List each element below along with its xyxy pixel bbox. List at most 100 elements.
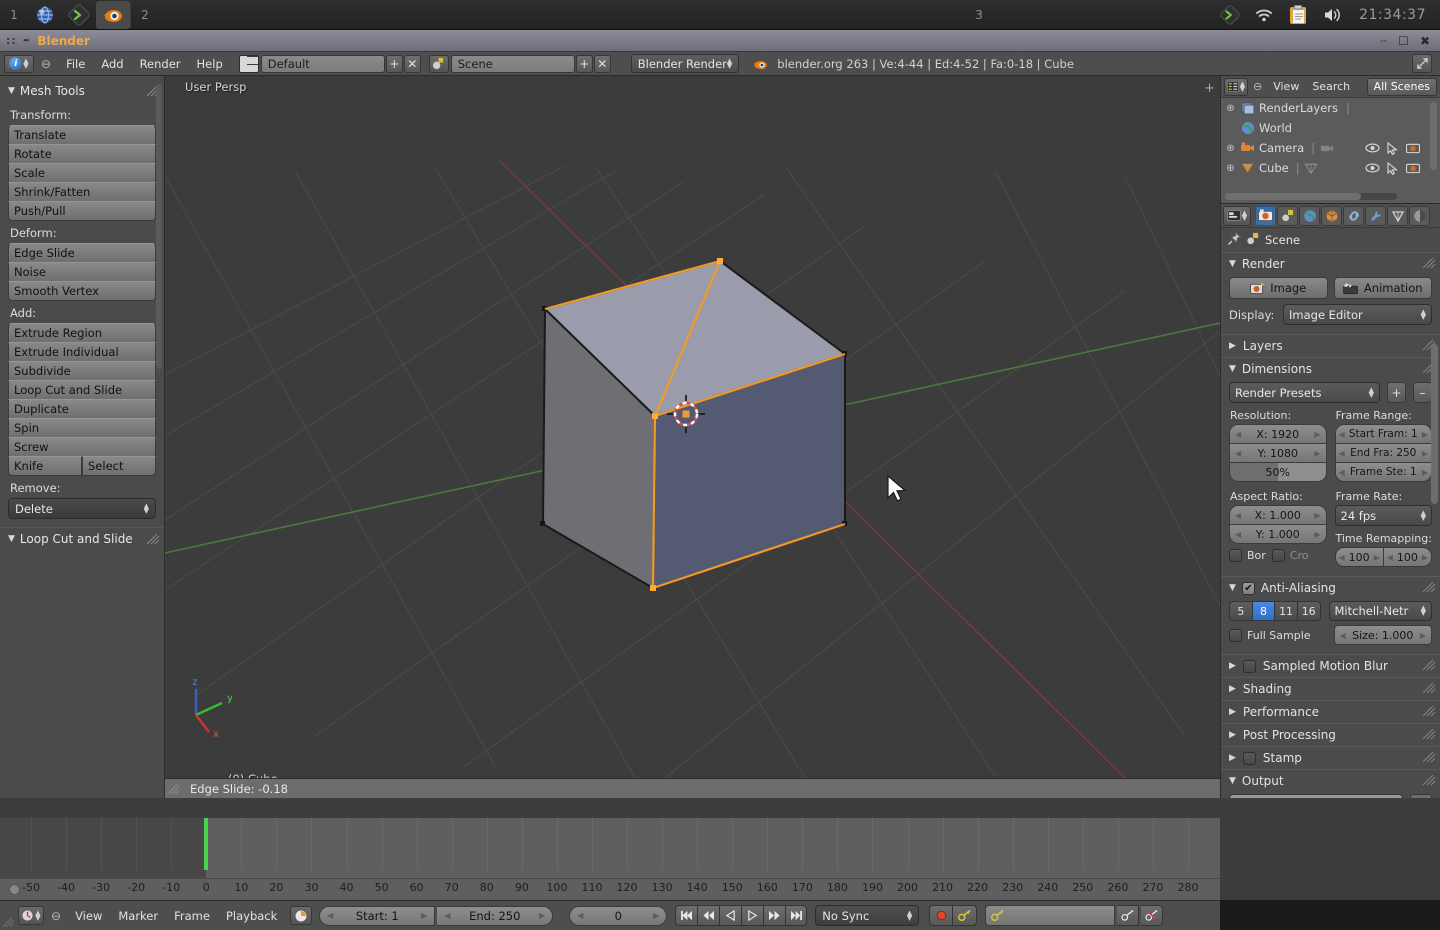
timeline-menu-frame[interactable]: Frame — [167, 909, 217, 923]
timeline-editor-type[interactable]: ▲▼ — [18, 906, 44, 925]
expand-icon[interactable]: ⊕ — [1225, 103, 1236, 114]
screw-button[interactable]: Screw — [8, 437, 156, 457]
render-panel-header[interactable]: ▼ Render — [1221, 253, 1440, 275]
eye-icon[interactable] — [1363, 140, 1382, 156]
timeline-menu-view[interactable]: View — [68, 909, 109, 923]
extrude-individual-button[interactable]: Extrude Individual — [8, 342, 156, 362]
jump-start-icon[interactable] — [675, 905, 697, 926]
minimize-icon[interactable]: ┈ — [1380, 34, 1387, 48]
extrude-region-button[interactable]: Extrude Region — [8, 323, 156, 343]
workspace-2[interactable]: 2 — [131, 8, 159, 22]
spin-button[interactable]: Spin — [8, 418, 156, 438]
add-screen-button[interactable]: + — [386, 55, 403, 73]
sampled-motion-blur-panel-header[interactable]: ▶ Sampled Motion Blur — [1221, 654, 1440, 677]
collapse-menus-icon[interactable]: ⊖ — [1249, 80, 1266, 93]
blender-icon[interactable] — [96, 1, 130, 29]
jump-end-icon[interactable] — [785, 905, 807, 926]
remove-preset-button[interactable]: – — [1413, 382, 1432, 403]
aa-size-field[interactable]: ◀ Size: 1.000 ▶ — [1334, 625, 1433, 645]
render-image-button[interactable]: Image — [1229, 277, 1328, 299]
play-icon[interactable] — [741, 905, 763, 926]
layers-panel-header[interactable]: ▶ Layers — [1221, 334, 1440, 357]
outliner-menu-search[interactable]: Search — [1306, 80, 1356, 93]
display-mode-select[interactable]: Image Editor ▲▼ — [1283, 304, 1432, 325]
outliner-menu-view[interactable]: View — [1267, 80, 1305, 93]
outliner-scrollbar-horizontal[interactable] — [1225, 193, 1397, 200]
use-preview-range-button[interactable] — [290, 906, 312, 925]
resolution-y-field[interactable]: ◀ Y: 1080 ▶ — [1229, 443, 1327, 463]
antialiasing-panel-header[interactable]: ▼ ✔ Anti-Aliasing — [1221, 577, 1440, 599]
resolution-x-field[interactable]: ◀ X: 1920 ▶ — [1229, 424, 1327, 444]
resolution-percent-field[interactable]: 50% — [1229, 462, 1327, 482]
start-frame-field[interactable]: ◀ Start Fram: 1 ▶ — [1335, 424, 1433, 444]
frame-rate-select[interactable]: 24 fps ▲▼ — [1335, 505, 1433, 526]
render-presets-select[interactable]: Render Presets ▲▼ — [1229, 382, 1380, 403]
menu-add[interactable]: Add — [93, 55, 131, 73]
smooth-vertex-button[interactable]: Smooth Vertex — [8, 281, 156, 301]
timeline-menu-playback[interactable]: Playback — [219, 909, 284, 923]
3d-viewport[interactable]: z y x User Persp (0) Cube + Edge Slide: … — [165, 76, 1220, 798]
globe-icon[interactable] — [28, 1, 62, 29]
screen-layout-field[interactable]: Default — [261, 55, 385, 73]
full-sample-checkbox[interactable] — [1229, 629, 1242, 642]
outliner-row-renderlayers[interactable]: ⊕ RenderLayers | — [1221, 98, 1440, 118]
open-folder-button[interactable] — [1410, 794, 1432, 798]
menu-render[interactable]: Render — [132, 55, 189, 73]
window-shade-icon[interactable]: – — [23, 33, 30, 48]
clipboard-icon[interactable] — [1281, 1, 1315, 29]
render-camera-icon[interactable] — [1403, 140, 1422, 156]
timeline-ruler[interactable]: -50-40-30-20-100102030405060708090100110… — [0, 878, 1220, 900]
world-tab[interactable] — [1299, 206, 1320, 226]
aspect-x-field[interactable]: ◀ X: 1.000 ▶ — [1229, 505, 1327, 525]
play-reverse-icon[interactable] — [719, 905, 741, 926]
delete-keyframe-button[interactable] — [1141, 905, 1163, 926]
eye-icon[interactable] — [1363, 160, 1382, 176]
shrink-fatten-button[interactable]: Shrink/Fatten — [8, 182, 156, 202]
timeline-scroll-knob[interactable] — [9, 884, 20, 895]
scale-button[interactable]: Scale — [8, 163, 156, 183]
aa-sample-8[interactable]: 8 — [1252, 601, 1275, 621]
workspace-3[interactable]: 3 — [965, 8, 993, 22]
end-frame-field[interactable]: ◀ End: 250 ▶ — [437, 906, 553, 926]
modifiers-tab[interactable] — [1365, 206, 1386, 226]
timeline-menu-marker[interactable]: Marker — [111, 909, 165, 923]
antialiasing-checkbox[interactable]: ✔ — [1242, 582, 1255, 595]
scene-tab[interactable] — [1277, 206, 1298, 226]
loop-cut-and-slide-button[interactable]: Loop Cut and Slide — [8, 380, 156, 400]
knife-button[interactable]: Knife — [8, 456, 82, 476]
timeline-playhead[interactable] — [204, 818, 208, 870]
timeline-track[interactable] — [0, 818, 1220, 878]
motion-blur-checkbox[interactable] — [1243, 660, 1256, 673]
editor-type-selector[interactable]: i ▲▼ — [4, 55, 34, 73]
aa-sample-16[interactable]: 16 — [1297, 601, 1321, 621]
mesh-data-icon[interactable] — [1304, 161, 1319, 176]
data-tab[interactable] — [1387, 206, 1408, 226]
render-engine-select[interactable]: Blender Render ▲▼ — [631, 54, 740, 73]
wifi-icon[interactable] — [1247, 1, 1281, 29]
render-camera-icon[interactable] — [1403, 160, 1422, 176]
properties-editor-type[interactable]: ▲▼ — [1223, 206, 1251, 226]
volume-icon[interactable] — [1315, 1, 1349, 29]
border-checkbox[interactable] — [1229, 549, 1242, 562]
subdivide-button[interactable]: Subdivide — [8, 361, 156, 381]
border-toggle[interactable]: Bor — [1229, 549, 1266, 562]
output-panel-header[interactable]: ▼ Output — [1221, 770, 1440, 792]
current-frame-field[interactable]: ◀ 0 ▶ — [569, 906, 667, 926]
translate-button[interactable]: Translate — [8, 125, 156, 145]
maximize-area-button[interactable] — [1412, 54, 1432, 73]
full-sample-toggle[interactable]: Full Sample — [1229, 629, 1326, 642]
maximize-icon[interactable]: ☐ — [1398, 34, 1409, 48]
terminal-icon[interactable] — [62, 1, 96, 29]
properties-scrollbar[interactable] — [1431, 344, 1438, 504]
outliner-display-mode[interactable]: All Scenes — [1367, 78, 1437, 96]
insert-keyframe-button[interactable] — [1117, 905, 1139, 926]
dimensions-panel-header[interactable]: ▼ Dimensions — [1221, 358, 1440, 380]
menu-help[interactable]: Help — [189, 55, 231, 73]
record-button[interactable] — [929, 905, 953, 926]
delete-dropdown[interactable]: Delete ▲▼ — [8, 498, 156, 519]
outliner-scrollbar-vertical[interactable] — [1430, 102, 1437, 170]
auto-keyframe-icon[interactable] — [953, 905, 977, 926]
time-remap-new-field[interactable]: ◀ 100 ▶ — [1384, 547, 1432, 567]
timeline-editor[interactable]: -50-40-30-20-100102030405060708090100110… — [0, 818, 1220, 900]
keying-set-field[interactable] — [985, 905, 1115, 926]
